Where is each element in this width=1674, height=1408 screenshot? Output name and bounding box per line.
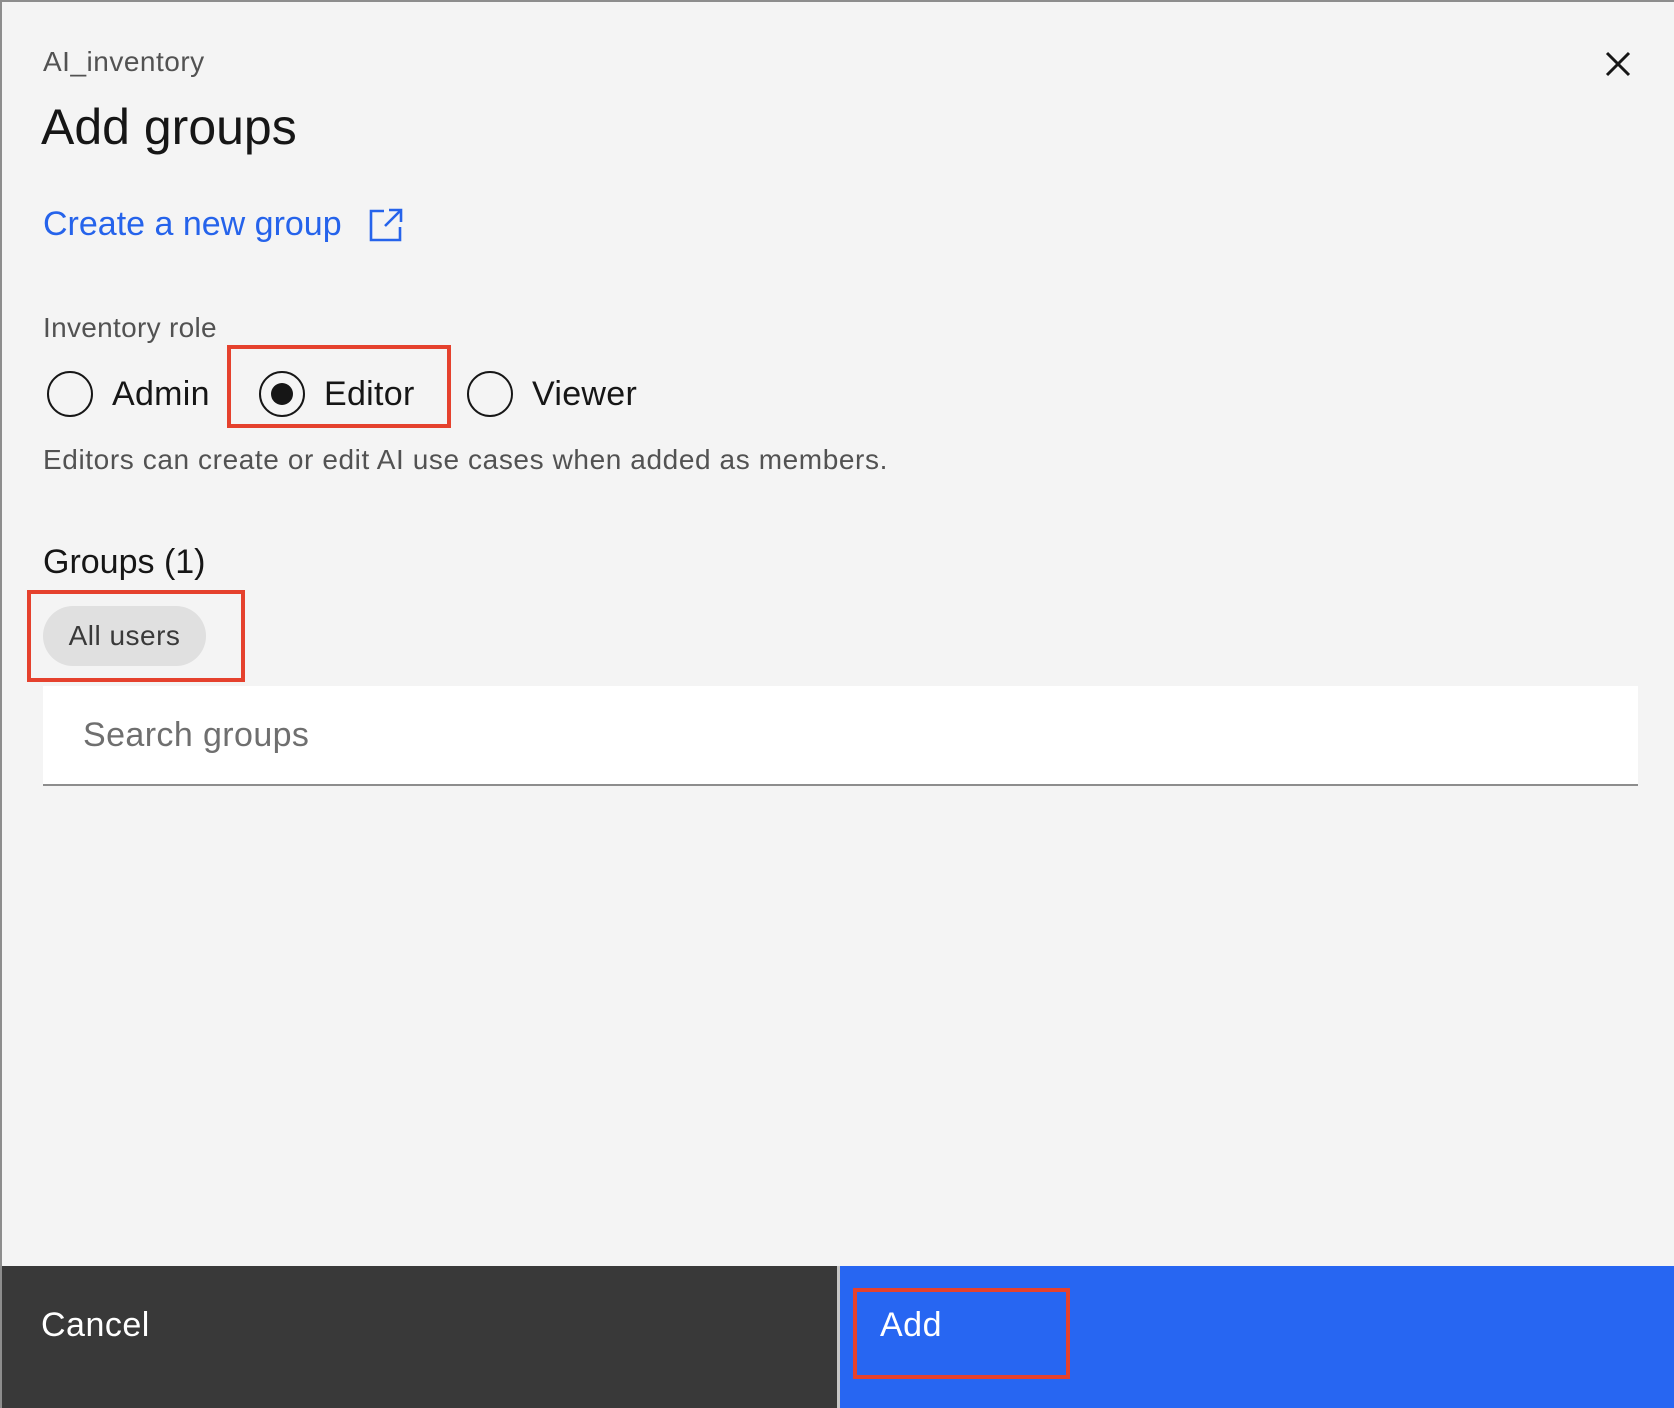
role-helper-text: Editors can create or edit AI use cases … [43, 444, 888, 475]
radio-selected-dot [271, 383, 293, 405]
radio-editor-circle[interactable] [259, 371, 305, 417]
modal-title: Add groups [41, 99, 297, 155]
radio-editor-label: Editor [324, 374, 415, 413]
radio-editor[interactable]: Editor [259, 368, 415, 420]
close-button[interactable] [1594, 40, 1642, 88]
modal-footer: Cancel Add [2, 1266, 1674, 1408]
external-link-icon [369, 208, 402, 241]
create-new-group-link[interactable]: Create a new group [43, 205, 404, 244]
radio-admin-label: Admin [112, 374, 210, 413]
add-groups-modal: AI_inventory Add groups Create a new gro… [0, 0, 1674, 1408]
groups-heading: Groups (1) [43, 543, 206, 581]
radio-viewer-circle[interactable] [467, 371, 513, 417]
create-new-group-label: Create a new group [43, 205, 342, 243]
radio-viewer-label: Viewer [532, 374, 638, 413]
inventory-role-label: Inventory role [43, 312, 217, 343]
radio-admin[interactable]: Admin [47, 368, 210, 420]
radio-admin-circle[interactable] [47, 371, 93, 417]
inventory-name-label: AI_inventory [43, 46, 205, 77]
close-icon [1605, 51, 1631, 77]
cancel-button[interactable]: Cancel [2, 1266, 837, 1408]
search-groups-input[interactable] [43, 686, 1638, 786]
group-tag-all-users[interactable]: All users [43, 606, 206, 666]
radio-viewer[interactable]: Viewer [467, 368, 637, 420]
add-button[interactable]: Add [840, 1266, 1674, 1408]
